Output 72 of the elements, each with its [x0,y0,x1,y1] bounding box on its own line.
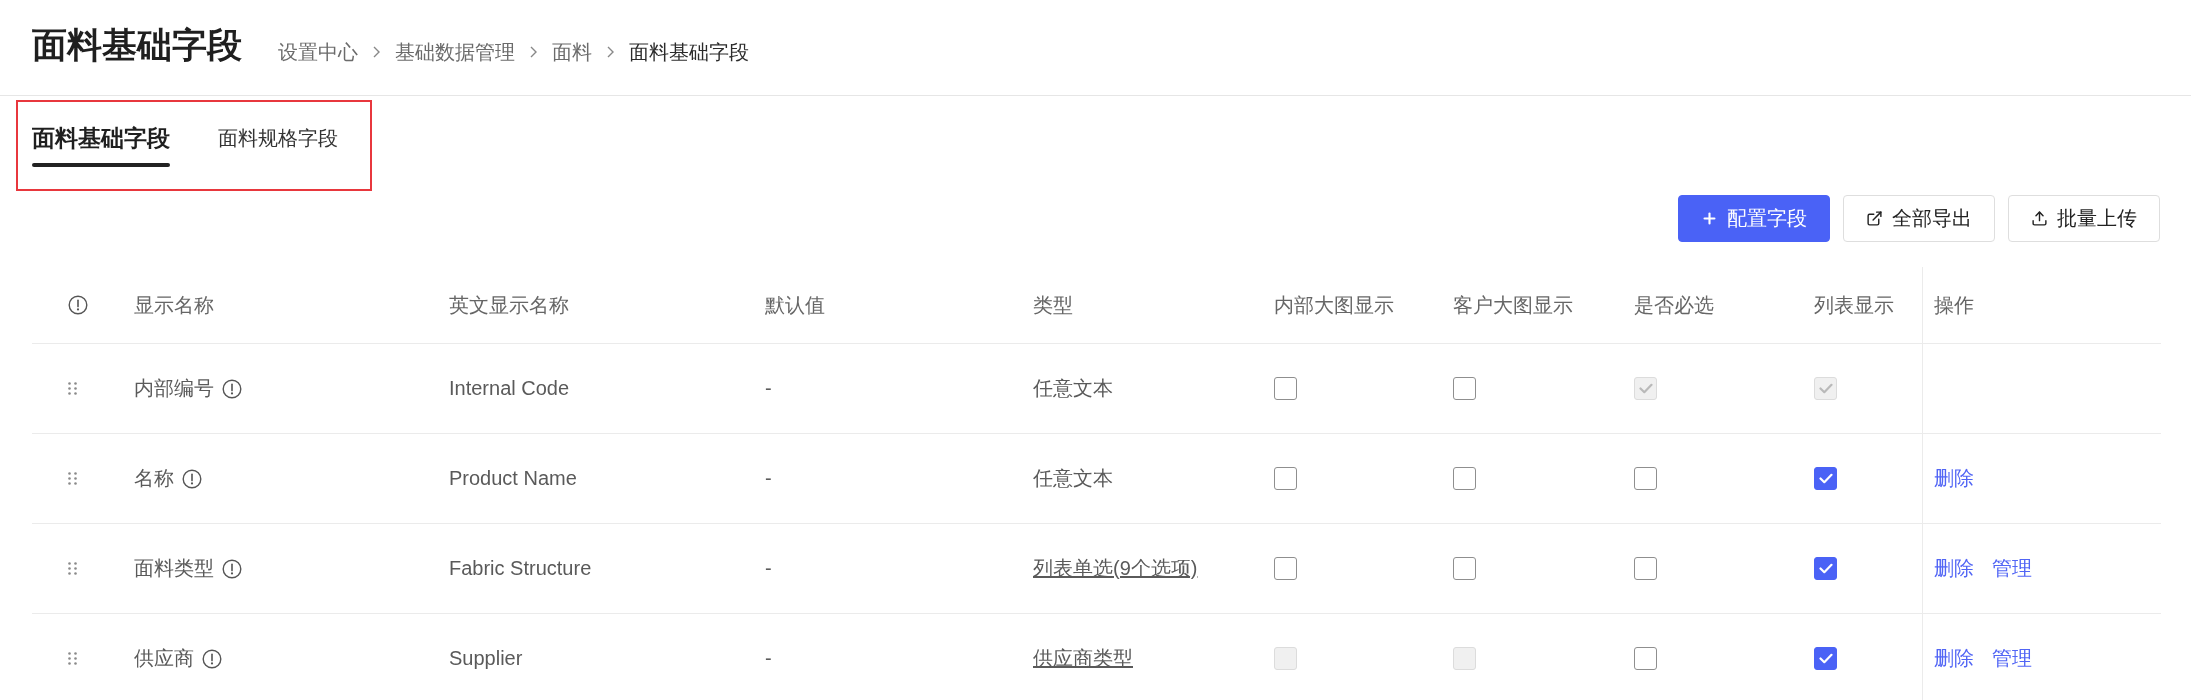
checkbox[interactable] [1453,467,1476,490]
upload-icon [2031,210,2048,227]
table-cell: Fabric Structure [449,557,592,580]
check-icon [1818,563,1833,574]
chevron-right-icon [373,45,380,58]
table-cell: - [765,557,772,580]
table-cell: - [765,377,772,400]
check-icon [1818,383,1833,394]
plus-icon [1701,210,1718,227]
table-cell: - [765,467,772,490]
chevron-right-icon [607,45,614,58]
check-icon [1818,653,1833,664]
table-cell: Product Name [449,467,577,490]
breadcrumb-current: 面料基础字段 [629,39,749,65]
table-cell-text: 任意文本 [1033,466,1113,491]
checkbox[interactable] [1814,467,1837,490]
breadcrumb-link[interactable]: 面料 [552,38,592,65]
check-icon [1818,473,1833,484]
column-header: 列表显示 [1814,292,1894,318]
column-header: 显示名称 [134,292,214,318]
table-cell: Internal Code [449,377,570,400]
column-header: 类型 [1033,292,1073,318]
chevron-right-icon [530,45,537,58]
page-title: 面料基础字段 [32,23,242,66]
action-link[interactable]: 删除 [1934,555,1974,582]
table-cell-text: 内部编号 [134,376,214,401]
table-cell-text: 供应商 [134,646,194,671]
checkbox[interactable] [1634,647,1657,670]
checkbox[interactable] [1814,647,1837,670]
tab[interactable]: 面料规格字段 [218,102,338,167]
action-link[interactable]: 删除 [1934,645,1974,672]
action-link[interactable]: 管理 [1992,555,2032,582]
info-icon [222,378,242,399]
table-cell: Supplier [449,647,523,670]
checkbox[interactable] [1634,467,1657,490]
table-cell-text: 名称 [134,466,174,491]
type-link[interactable]: 列表单选(9个选项) [1033,555,1198,582]
drag-handle-icon[interactable] [68,382,77,395]
toolbar-button[interactable]: 配置字段 [1678,195,1830,242]
drag-handle-icon[interactable] [68,472,77,485]
column-header: 客户大图显示 [1453,292,1573,318]
checkbox[interactable] [1634,557,1657,580]
toolbar-button[interactable]: 批量上传 [2008,195,2160,242]
table-cell-text: 面料类型 [134,556,214,581]
action-link[interactable]: 删除 [1934,465,1974,492]
column-header: 操作 [1934,292,1974,318]
tab[interactable]: 面料基础字段 [32,102,170,167]
breadcrumb-link[interactable]: 设置中心 [278,38,358,65]
table-cell-text: 任意文本 [1033,376,1113,401]
checkbox[interactable] [1814,557,1837,580]
column-header: 内部大图显示 [1274,292,1394,318]
info-icon [68,295,88,315]
action-link[interactable]: 管理 [1992,645,2032,672]
checkbox[interactable] [1453,377,1476,400]
drag-handle-icon[interactable] [68,652,77,665]
table-cell: - [765,647,772,670]
info-icon [202,648,222,669]
info-icon [222,558,242,579]
checkbox[interactable] [1274,467,1297,490]
drag-handle-icon[interactable] [68,562,77,575]
checkbox[interactable] [1453,557,1476,580]
column-header: 默认值 [765,292,825,318]
breadcrumb-link[interactable]: 基础数据管理 [395,38,515,65]
column-header: 是否必选 [1634,292,1714,318]
column-header: 英文显示名称 [449,292,569,318]
checkbox[interactable] [1274,557,1297,580]
type-link[interactable]: 供应商类型 [1033,645,1133,672]
toolbar-button[interactable]: 全部导出 [1843,195,1995,242]
check-icon [1638,383,1653,394]
external-link-icon [1866,210,1883,227]
checkbox[interactable] [1274,377,1297,400]
info-icon [182,468,202,489]
